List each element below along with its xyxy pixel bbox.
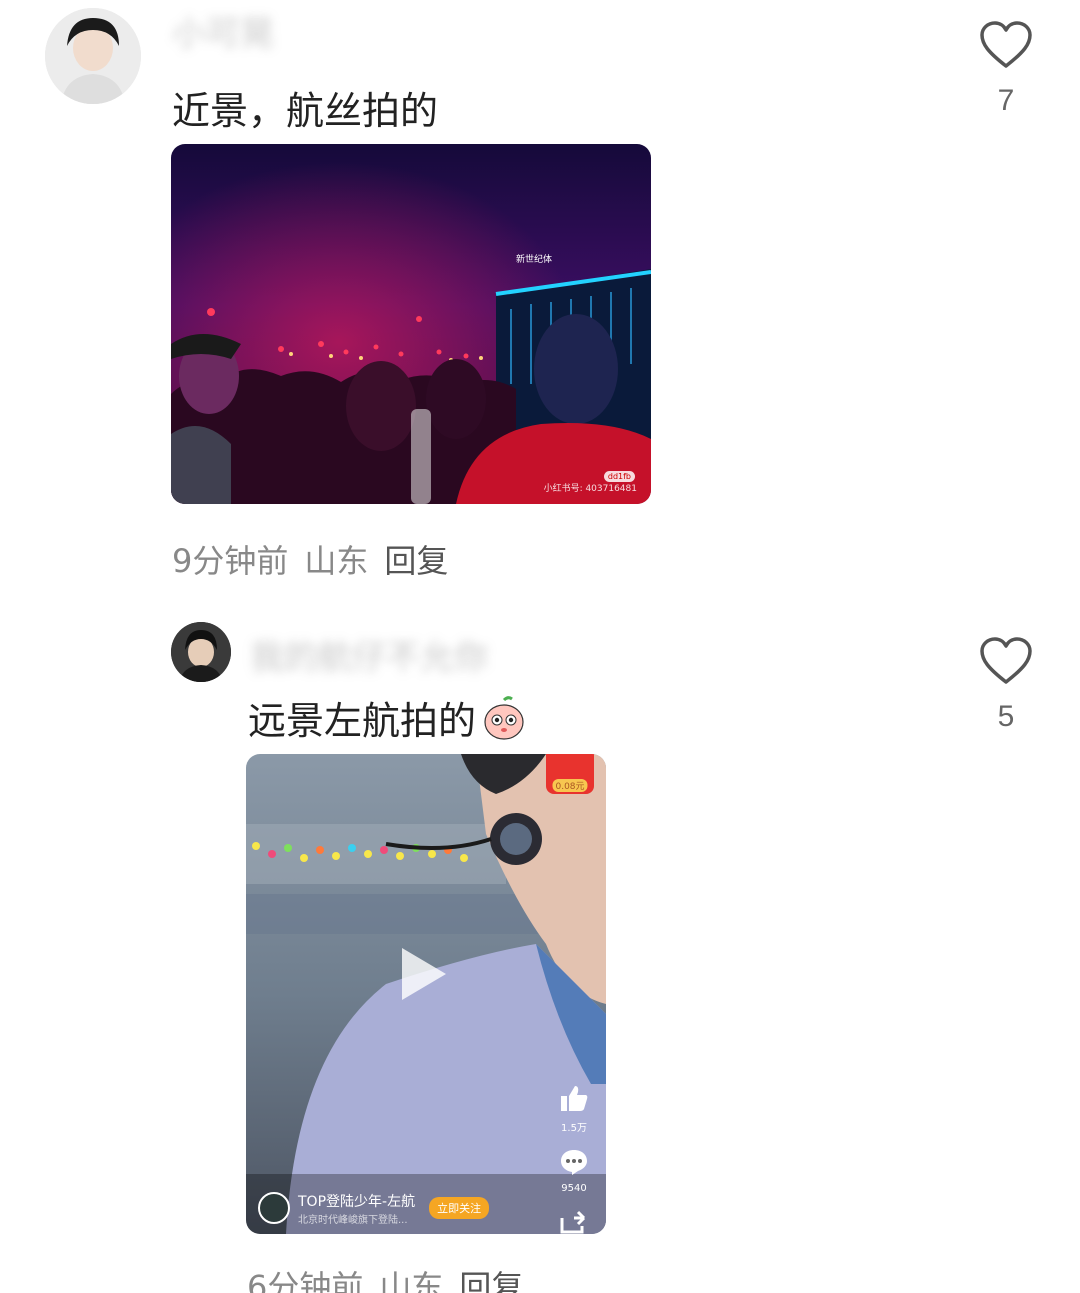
follow-button[interactable]: 立即关注 bbox=[429, 1197, 490, 1219]
comment-location: 山东 bbox=[379, 1268, 444, 1293]
comment-item: 小可晃 近景，航丝拍的 7 新世纪体 dd1fb 小红书号: 403716481… bbox=[0, 0, 1080, 600]
video-author-bar: TOP登陆少年-左航 北京时代峰峻旗下登陆... 立即关注 bbox=[258, 1188, 526, 1228]
reply-button[interactable]: 回复 bbox=[384, 542, 448, 580]
comment-text: 近景，航丝拍的 bbox=[172, 80, 438, 135]
thumbs-up-icon[interactable] bbox=[559, 1086, 589, 1115]
play-icon[interactable] bbox=[402, 948, 446, 1000]
like-button[interactable]: 5 bbox=[976, 636, 1036, 734]
video-comment[interactable]: 9540 bbox=[554, 1148, 594, 1194]
peach-emoji-icon bbox=[482, 695, 526, 740]
comment-text: 远景左航拍的 bbox=[248, 690, 526, 745]
avatar[interactable] bbox=[45, 8, 141, 104]
username[interactable]: 小可晃 bbox=[172, 6, 274, 55]
red-packet-amount: 0.08元 bbox=[552, 779, 588, 792]
comment-bubble-icon[interactable] bbox=[559, 1150, 589, 1179]
red-packet-badge[interactable]: 0.08元 bbox=[546, 754, 594, 794]
comment-meta: 9分钟前 山东 回复 bbox=[172, 536, 464, 582]
comment-video[interactable]: 0.08元 1.5万 9540 TOP登陆少年-左航 北京时代峰峻旗下登陆... bbox=[246, 754, 606, 1234]
share-icon[interactable] bbox=[560, 1210, 588, 1234]
comment-text-content: 近景，航丝拍的 bbox=[172, 89, 439, 133]
reply-button[interactable]: 回复 bbox=[459, 1268, 523, 1293]
video-like-count: 1.5万 bbox=[561, 1123, 587, 1134]
building-sign: 新世纪体 bbox=[516, 253, 552, 265]
comment-location: 山东 bbox=[304, 542, 369, 580]
video-author-avatar[interactable] bbox=[258, 1192, 290, 1224]
avatar[interactable] bbox=[171, 622, 231, 682]
video-like[interactable]: 1.5万 bbox=[554, 1084, 594, 1134]
video-comment-count: 9540 bbox=[561, 1183, 587, 1194]
heart-icon[interactable] bbox=[976, 20, 1036, 70]
video-author-title[interactable]: TOP登陆少年-左航 bbox=[298, 1191, 415, 1211]
image-watermark: 小红书号: 403716481 bbox=[543, 484, 637, 494]
like-count: 5 bbox=[997, 700, 1015, 733]
like-button[interactable]: 7 bbox=[976, 20, 1036, 118]
heart-icon[interactable] bbox=[976, 636, 1036, 686]
video-share[interactable] bbox=[554, 1210, 594, 1234]
username[interactable]: 我的航仔不允你 bbox=[250, 630, 488, 679]
comment-item: 我的航仔不允你 远景左航拍的 5 0.08元 1.5万 9540 TOP登陆少年… bbox=[0, 600, 1080, 1293]
video-author-subtitle: 北京时代峰峻旗下登陆... bbox=[298, 1214, 408, 1226]
comment-text-content: 远景左航拍的 bbox=[248, 699, 477, 743]
comment-meta: 6分钟前 山东 回复 bbox=[247, 1262, 539, 1293]
like-count: 7 bbox=[997, 84, 1015, 117]
comment-time: 6分钟前 bbox=[247, 1268, 364, 1293]
comment-image[interactable]: 新世纪体 dd1fb 小红书号: 403716481 bbox=[171, 144, 651, 504]
comment-time: 9分钟前 bbox=[172, 542, 289, 580]
